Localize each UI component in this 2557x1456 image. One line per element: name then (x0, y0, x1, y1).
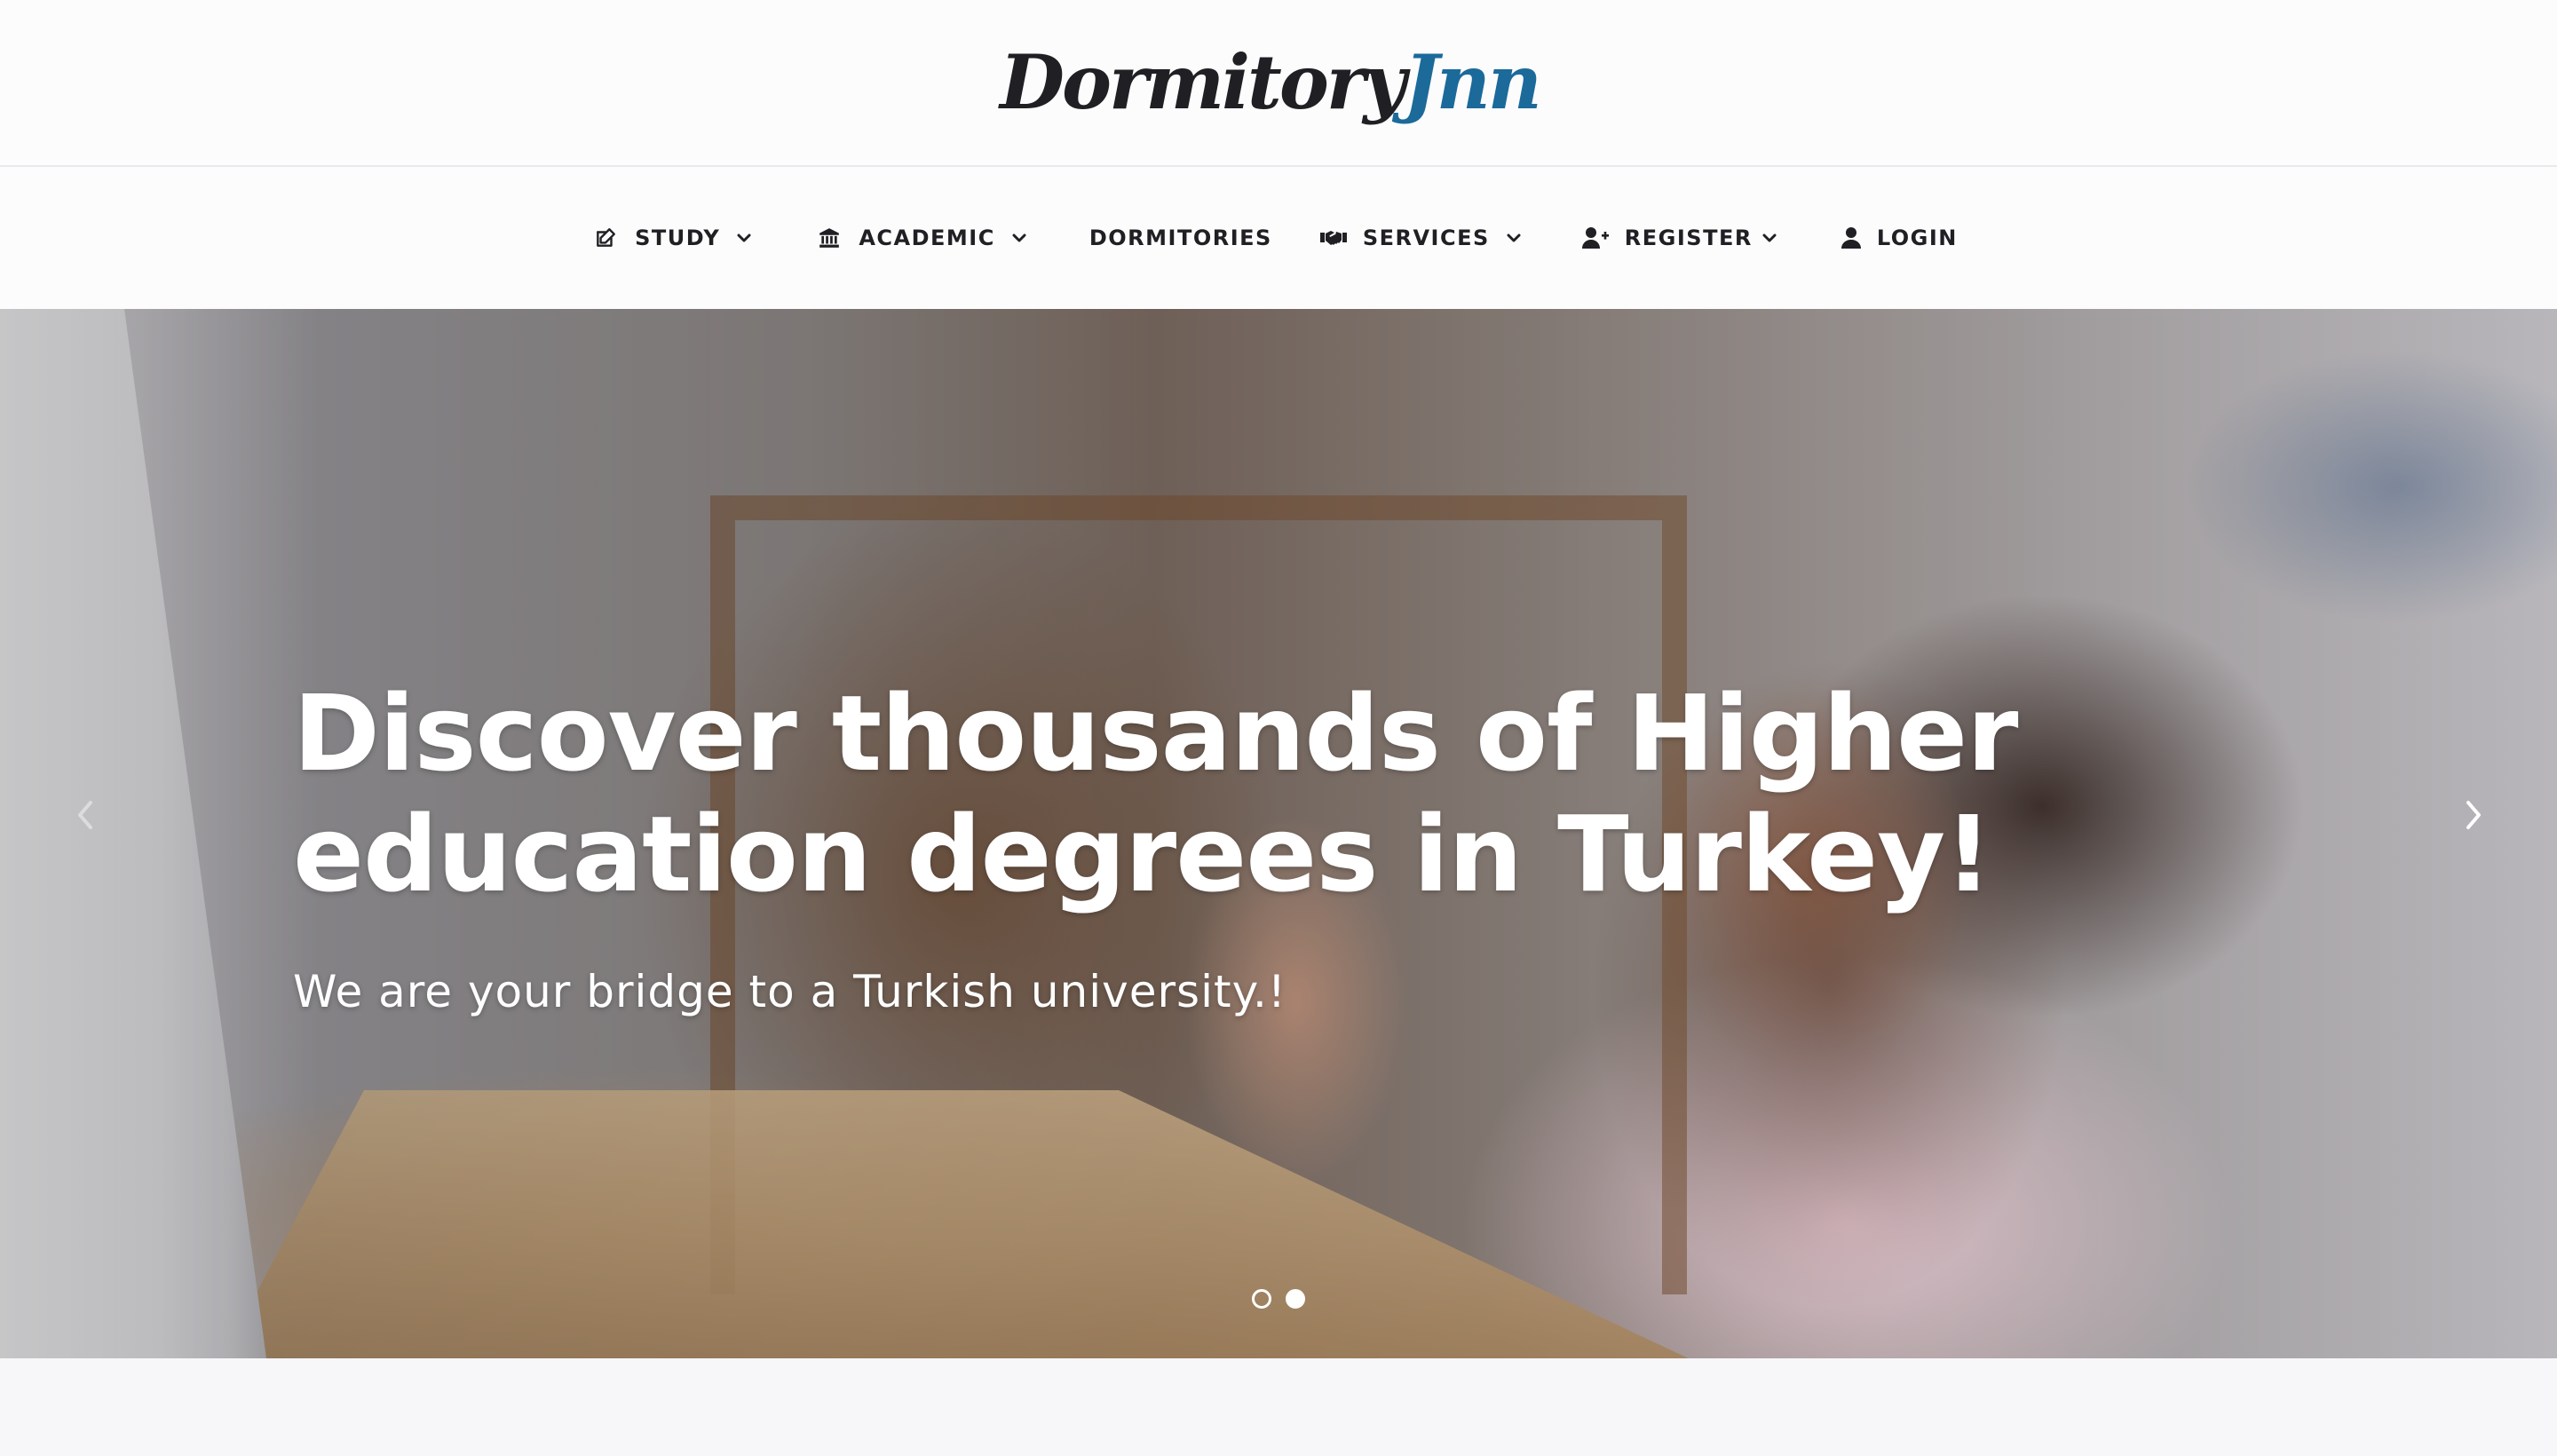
hero-title: Discover thousands of Higher education d… (293, 672, 2018, 915)
chevron-down-icon (1760, 228, 1779, 248)
site-logo[interactable]: Dormitory Jnn (1000, 38, 1542, 126)
nav-item-study[interactable]: STUDY (592, 211, 754, 265)
nav-label-study: STUDY (635, 226, 721, 250)
site-header: Dormitory Jnn (0, 0, 2557, 167)
slider-prev-button[interactable] (59, 788, 112, 842)
logo-text-inn: Jnn (1403, 38, 1542, 126)
handshake-icon (1319, 225, 1347, 251)
nav-label-register: REGISTER (1624, 226, 1753, 250)
slider-pagination (1252, 1289, 1305, 1309)
nav-item-login[interactable]: LOGIN (1838, 211, 1958, 265)
chevron-left-icon (78, 801, 92, 829)
content-area (0, 1358, 2557, 1456)
nav-item-dormitories[interactable]: DORMITORIES (1089, 211, 1272, 265)
nav-item-academic[interactable]: ACADEMIC (816, 211, 1029, 265)
logo-text-dormitory: Dormitory (1000, 38, 1406, 126)
main-navigation: STUDY ACADEMIC DORMITORIES SERVICES REGI… (0, 167, 2557, 309)
chevron-down-icon (1504, 228, 1524, 248)
nav-item-register[interactable]: REGISTER (1581, 211, 1779, 265)
chevron-down-icon (1009, 228, 1029, 248)
institution-icon (816, 225, 843, 251)
hero-subtitle: We are your bridge to a Turkish universi… (293, 966, 1286, 1017)
user-icon (1838, 225, 1864, 251)
chevron-down-icon (734, 228, 754, 248)
hero-slider: Discover thousands of Higher education d… (0, 309, 2557, 1358)
chevron-right-icon (2466, 801, 2481, 829)
nav-item-services[interactable]: SERVICES (1319, 211, 1524, 265)
nav-label-dormitories: DORMITORIES (1089, 226, 1272, 250)
slider-next-button[interactable] (2447, 788, 2500, 842)
edit-icon (592, 225, 619, 251)
slider-dot-2[interactable] (1286, 1289, 1305, 1309)
user-plus-icon (1581, 225, 1609, 251)
nav-label-academic: ACADEMIC (859, 226, 995, 250)
nav-label-services: SERVICES (1362, 226, 1490, 250)
slider-dot-1[interactable] (1252, 1289, 1271, 1309)
nav-label-login: LOGIN (1876, 226, 1958, 250)
